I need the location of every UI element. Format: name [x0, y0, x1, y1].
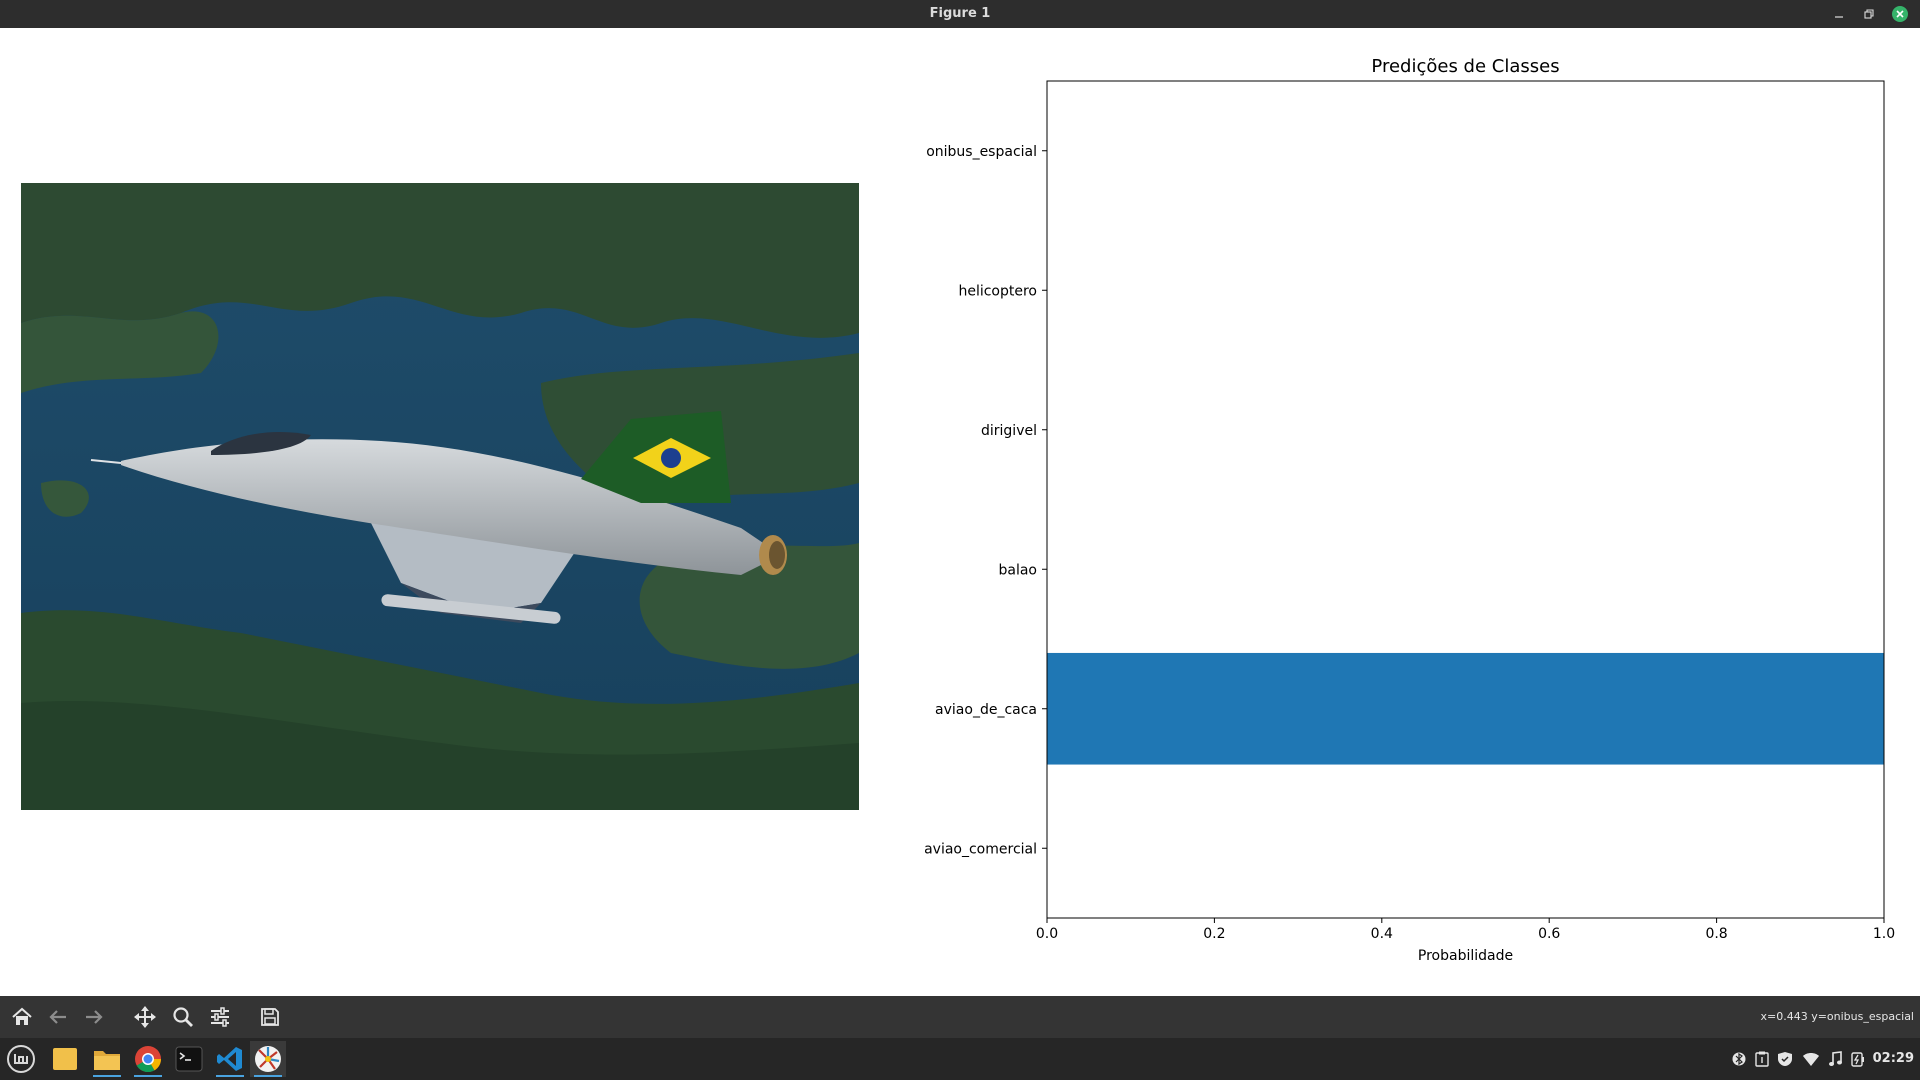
x-tick-label: 0.6	[1538, 926, 1560, 942]
y-tick-label: onibus_espacial	[926, 144, 1037, 160]
sliders-icon	[211, 1007, 229, 1027]
save-figure-button[interactable]	[257, 1004, 283, 1030]
x-tick-group: 0.0 0.2 0.4 0.6 0.8 1.0	[1036, 918, 1895, 942]
taskbar-files-button[interactable]	[89, 1041, 125, 1077]
x-tick-label: 0.8	[1705, 926, 1727, 942]
home-icon	[12, 1007, 32, 1025]
chrome-icon	[135, 1046, 162, 1073]
plot-toolbar: x=0.443 y=onibus_espacial	[0, 996, 1920, 1038]
shield-icon	[1778, 1052, 1792, 1066]
python-icon	[255, 1046, 281, 1072]
bar-group	[1047, 652, 1884, 765]
y-tick-label: aviao_comercial	[924, 841, 1037, 857]
window-titlebar[interactable]: Figure 1	[0, 0, 1920, 28]
axes-frame	[1046, 80, 1885, 919]
taskbar-vscode-button[interactable]	[212, 1041, 248, 1077]
music-note-icon	[1829, 1051, 1842, 1066]
minimize-button[interactable]	[1831, 6, 1847, 22]
tray-wifi[interactable]	[1800, 1038, 1822, 1080]
close-icon	[1896, 10, 1904, 18]
taskbar-terminal-button[interactable]	[171, 1041, 207, 1077]
taskbar-chrome-button[interactable]	[130, 1041, 166, 1077]
arrow-right-icon	[86, 1010, 103, 1024]
bar-aviao_de_caca	[1047, 652, 1884, 765]
system-clock[interactable]: 02:29	[1873, 1038, 1914, 1080]
tray-bluetooth[interactable]	[1729, 1038, 1749, 1080]
x-tick-label: 0.4	[1371, 926, 1393, 942]
mint-menu-icon	[7, 1045, 35, 1073]
y-tick-label: helicoptero	[958, 283, 1037, 299]
minimize-icon	[1835, 16, 1843, 18]
close-button[interactable]	[1892, 6, 1908, 22]
forward-button[interactable]	[81, 1004, 107, 1030]
magnifier-icon	[173, 1007, 193, 1027]
x-axis-label: Probabilidade	[1418, 948, 1513, 964]
figure-canvas[interactable]: Predições de Classes aviao_comercial avia…	[0, 28, 1920, 996]
files-icon	[94, 1051, 120, 1070]
maximize-button[interactable]	[1861, 6, 1877, 22]
tray-clipboard[interactable]	[1752, 1038, 1772, 1080]
wifi-icon	[1803, 1053, 1819, 1066]
y-tick-label: dirigivel	[981, 423, 1037, 439]
terminal-icon	[175, 1046, 203, 1072]
system-taskbar: 02:29	[0, 1038, 1920, 1080]
pan-button[interactable]	[132, 1004, 158, 1030]
battery-charging-icon	[1851, 1052, 1864, 1067]
floppy-icon	[261, 1008, 279, 1026]
vscode-icon	[217, 1047, 242, 1071]
home-button[interactable]	[9, 1004, 35, 1030]
window-title: Figure 1	[929, 6, 991, 21]
x-tick-label: 0.0	[1036, 926, 1058, 942]
chart-title: Predições de Classes	[1371, 56, 1559, 77]
x-tick-label: 1.0	[1873, 926, 1895, 942]
y-tick-label: aviao_de_caca	[935, 702, 1037, 718]
restore-icon	[1864, 9, 1874, 19]
class-prediction-chart: Predições de Classes aviao_comercialavia…	[924, 56, 1895, 964]
y-tick-group: aviao_comercial aviao_de_caca balao dirigiv…	[924, 144, 1047, 857]
taskbar-folder-button[interactable]	[47, 1041, 83, 1077]
mint-menu-button[interactable]	[3, 1041, 39, 1077]
folder-icon	[53, 1048, 77, 1070]
y-tick-label: balao	[999, 562, 1038, 578]
clipboard-icon	[1755, 1051, 1769, 1067]
tray-sound[interactable]	[1825, 1038, 1845, 1080]
move-icon	[134, 1006, 156, 1028]
cursor-coordinates: x=0.443 y=onibus_espacial	[1760, 1010, 1914, 1023]
arrow-left-icon	[49, 1010, 66, 1024]
zoom-button[interactable]	[170, 1004, 196, 1030]
tray-power[interactable]	[1848, 1038, 1868, 1080]
taskbar-python-figure-button[interactable]	[250, 1041, 286, 1077]
bluetooth-icon	[1732, 1052, 1746, 1066]
tray-shield[interactable]	[1774, 1038, 1796, 1080]
back-button[interactable]	[45, 1004, 71, 1030]
x-tick-label: 0.2	[1203, 926, 1225, 942]
configure-subplots-button[interactable]	[207, 1004, 233, 1030]
